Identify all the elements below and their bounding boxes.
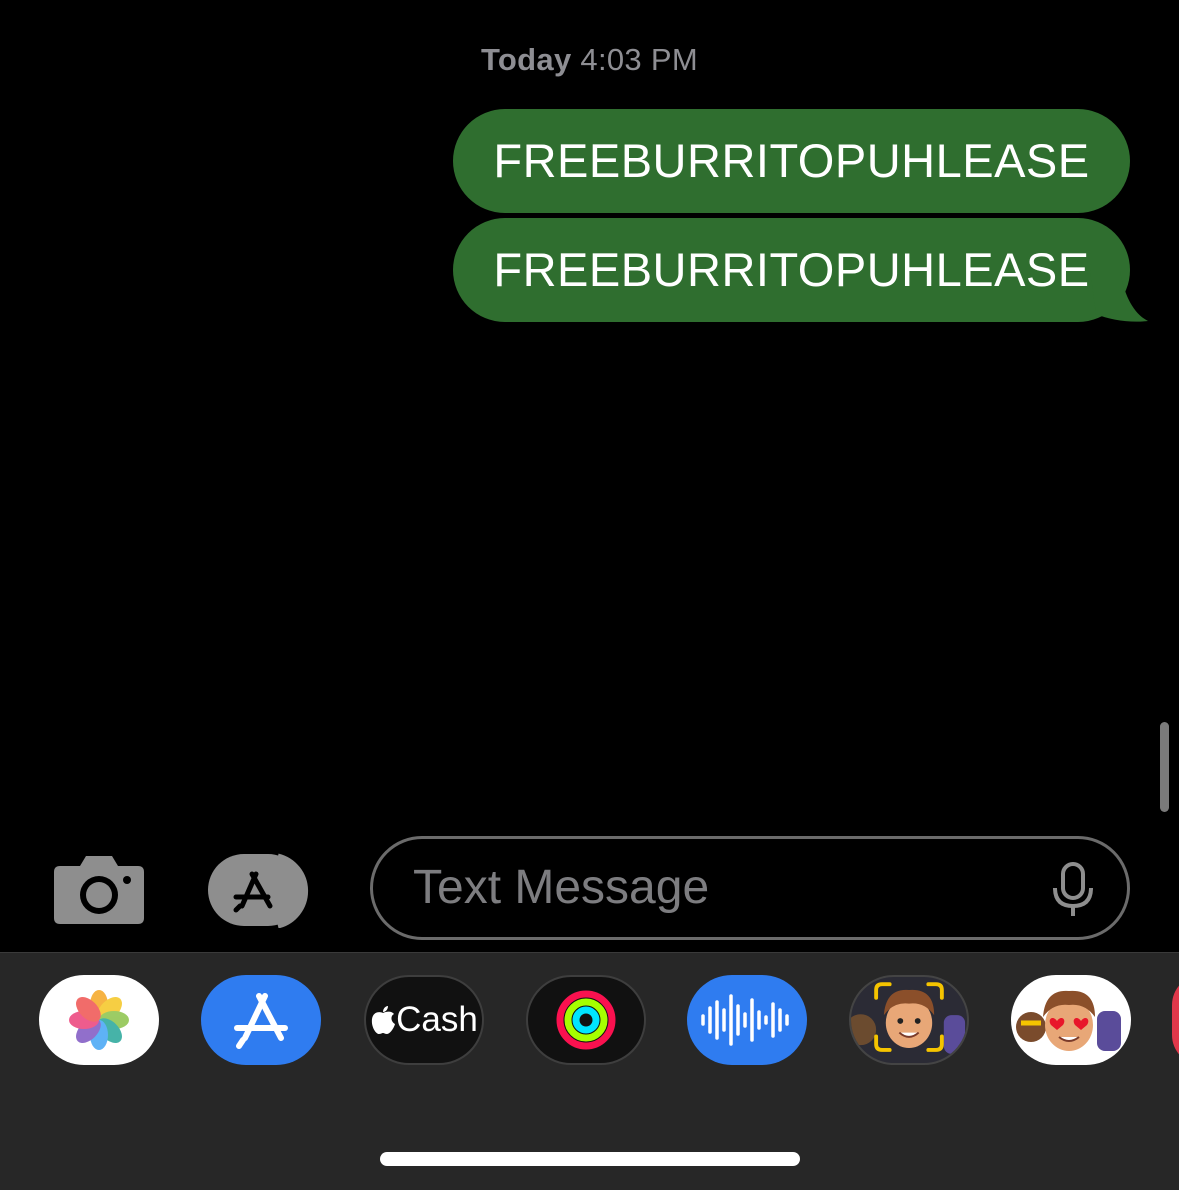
more-apps-app[interactable] [1172, 975, 1179, 1065]
input-placeholder: Text Message [413, 861, 710, 914]
photos-app[interactable] [39, 975, 159, 1065]
message-text: FREEBURRITOPUHLEASE [493, 134, 1090, 187]
memoji-camera-app[interactable] [849, 975, 969, 1065]
bubble-tail [1090, 270, 1148, 322]
home-indicator[interactable] [380, 1152, 800, 1166]
camera-icon[interactable] [52, 852, 146, 926]
waveform-icon [701, 994, 789, 1046]
app-store-app[interactable] [201, 975, 321, 1065]
activity-rings-icon [556, 990, 616, 1050]
memoji-icon [851, 982, 966, 1054]
microphone-icon[interactable] [1049, 862, 1097, 918]
timestamp-day: Today [481, 42, 572, 77]
scrollbar[interactable] [1160, 722, 1169, 812]
message-text: FREEBURRITOPUHLEASE [493, 243, 1090, 296]
message-bubble[interactable]: FREEBURRITOPUHLEASE [453, 218, 1130, 322]
apple-logo-icon [372, 1006, 396, 1034]
cash-label: Cash [396, 1000, 478, 1039]
message-bubble[interactable]: FREEBURRITOPUHLEASE [453, 109, 1130, 213]
memoji-stickers-icon [1016, 990, 1121, 1051]
fitness-app[interactable] [526, 975, 646, 1065]
apple-cash-app[interactable]: Cash [364, 975, 484, 1065]
memoji-stickers-app[interactable] [1011, 975, 1131, 1065]
photos-icon [69, 990, 129, 1050]
app-store-icon [234, 993, 288, 1049]
timestamp-time: 4:03 PM [580, 42, 698, 77]
timestamp: Today 4:03 PM [0, 42, 1179, 78]
audio-message-app[interactable] [687, 975, 807, 1065]
app-store-icon[interactable] [206, 852, 322, 928]
message-input[interactable]: Text Message [370, 836, 1130, 940]
app-tray: Cash [0, 952, 1179, 1190]
